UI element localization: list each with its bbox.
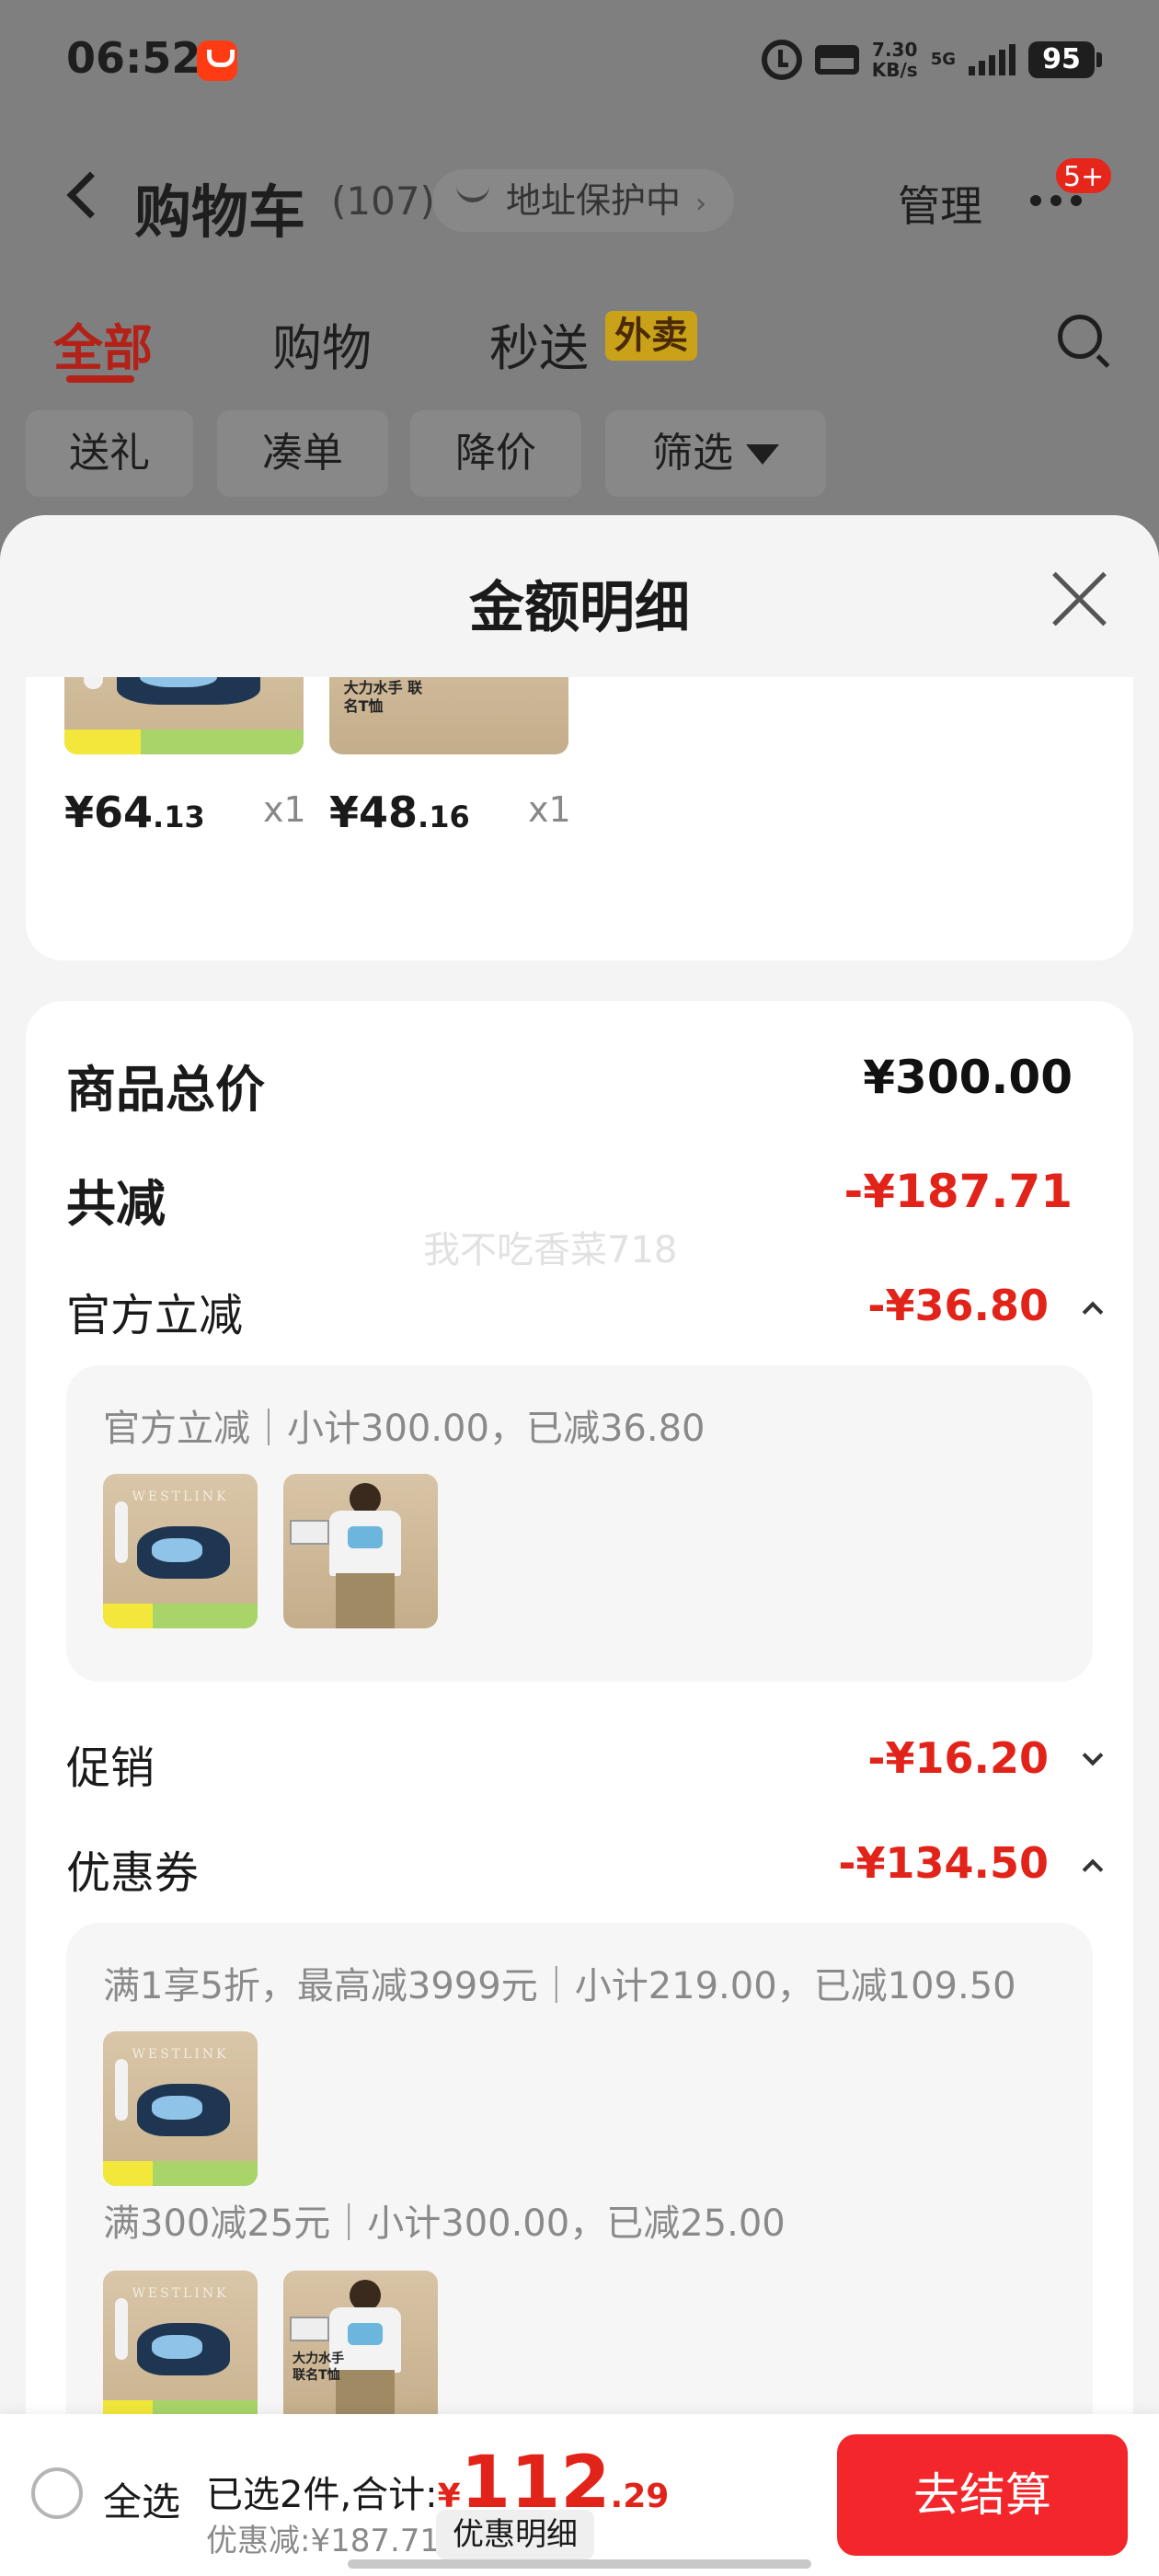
cart-count: (107) (331, 178, 435, 224)
network-speed: 7.30 KB/s (872, 40, 918, 80)
page-title: 购物车 (134, 178, 306, 246)
address-protection-button[interactable]: 地址保护中 › (432, 169, 735, 232)
sleep-mode-icon (814, 45, 859, 75)
status-indicators: 7.30 KB/s 5G 95 (761, 37, 1102, 83)
network-type: 5G (930, 50, 956, 69)
total-price-label: 商品总价 (66, 1061, 265, 1119)
total-price-value: ¥300.00 (863, 1051, 1073, 1104)
discount-summary: 优惠减:¥187.71 (206, 2523, 441, 2559)
funnel-icon (746, 444, 779, 465)
tab-all[interactable]: 全部 (53, 307, 153, 380)
item-qty-tee: x1 (528, 789, 571, 830)
chevron-right-icon: › (695, 188, 707, 220)
filter-chip-bundle[interactable]: 凑单 (217, 410, 388, 497)
selected-count-text: 已选2件,合计: (206, 2474, 438, 2516)
product-thumbnail-shoe: WESTLINK (103, 2271, 258, 2425)
filter-chip-price-drop[interactable]: 降价 (410, 410, 581, 497)
network-speed-unit: KB/s (871, 59, 918, 81)
amount-detail-sheet: 金额明细 大力水手 联名T恤 ¥64.13 x1 ¥48.16 x1 商品总价 … (0, 515, 1159, 2576)
item-price-tee: ¥48.16 (329, 788, 470, 837)
discount-detail-button[interactable]: 优惠明细 (436, 2510, 594, 2559)
cart-page-background: 06:52 7.30 KB/s 5G 95 购物车 (107) 地址保护中 › 管… (0, 0, 1159, 552)
home-indicator[interactable] (348, 2559, 811, 2569)
filter-chip-filter[interactable]: 筛选 (605, 410, 826, 497)
item-qty-shoe: x1 (263, 789, 306, 830)
official-discount-label[interactable]: 官方立减 (66, 1279, 243, 1343)
sheet-header: 金额明细 (0, 515, 1159, 677)
product-thumbnail-tee (283, 1474, 438, 1628)
total-reduction-value: -¥187.71 (843, 1165, 1073, 1218)
select-all-checkbox[interactable] (31, 2467, 83, 2519)
signal-icon (969, 44, 1016, 75)
official-discount-detail: 官方立减｜小计300.00，已减36.80 WESTLINK (66, 1365, 1093, 1682)
manage-button[interactable]: 管理 (898, 173, 982, 234)
tee-caption: 大力水手 联名T恤 (343, 679, 423, 716)
promotion-label[interactable]: 促销 (66, 1731, 155, 1796)
battery-icon: 95 (1028, 41, 1102, 78)
total-amount-decimal: .29 (610, 2478, 670, 2515)
alarm-icon (761, 40, 802, 80)
select-all-label[interactable]: 全选 (103, 2471, 180, 2527)
promotion-value[interactable]: -¥16.20 (867, 1733, 1049, 1783)
filter-chip-filter-label: 筛选 (652, 430, 733, 477)
official-discount-detail-text: 官方立减｜小计300.00，已减36.80 (103, 1408, 706, 1450)
filter-chips: 送礼 凑单 降价 筛选 (0, 410, 1159, 497)
coupon-detail-text-1: 满1享5折，最高减3999元｜小计219.00，已减109.50 (103, 1965, 1016, 2007)
filter-chip-gift[interactable]: 送礼 (26, 410, 193, 497)
more-icon[interactable] (1030, 195, 1082, 206)
coupon-value[interactable]: -¥134.50 (838, 1838, 1049, 1888)
official-discount-value[interactable]: -¥36.80 (867, 1281, 1049, 1330)
back-icon[interactable] (66, 171, 114, 219)
checkout-button[interactable]: 去结算 (837, 2434, 1128, 2556)
checkout-bar: 全选 已选2件,合计:¥112.29 优惠减:¥187.71 优惠明细 去结算 (0, 2414, 1159, 2576)
product-thumbnail-tee: 大力水手 联名T恤 (283, 2271, 438, 2425)
product-thumbnail-shoe: WESTLINK (103, 2031, 258, 2186)
active-tab-indicator (66, 375, 134, 383)
message-badge: 5+ (1054, 156, 1114, 195)
watermark: 我不吃香菜718 (423, 1229, 678, 1271)
takeout-tag: 外卖 (605, 311, 697, 361)
network-speed-value: 7.30 (872, 39, 918, 61)
app-notification-icon (197, 40, 237, 81)
close-icon[interactable] (1049, 569, 1109, 629)
address-protection-label: 地址保护中 (506, 180, 682, 221)
tab-instant-delivery[interactable]: 秒送 (489, 307, 589, 380)
status-bar: 06:52 7.30 KB/s 5G 95 (0, 0, 1159, 124)
status-time: 06:52 (66, 33, 201, 83)
search-icon[interactable] (1058, 315, 1102, 359)
smile-icon (456, 184, 489, 202)
item-price-shoe: ¥64.13 (64, 788, 205, 837)
coupon-label[interactable]: 优惠券 (66, 1836, 199, 1901)
sheet-title: 金额明细 (469, 576, 690, 640)
category-tabs: 全部 购物 秒送 外卖 (0, 294, 1159, 396)
coupon-detail-text-2: 满300减25元｜小计300.00，已减25.00 (103, 2202, 786, 2245)
cart-header: 购物车 (107) 地址保护中 › 管理 5+ (0, 147, 1159, 258)
product-thumbnail-shoe: WESTLINK (103, 1474, 258, 1628)
total-reduction-label: 共减 (66, 1175, 166, 1233)
tab-shopping[interactable]: 购物 (272, 307, 372, 380)
